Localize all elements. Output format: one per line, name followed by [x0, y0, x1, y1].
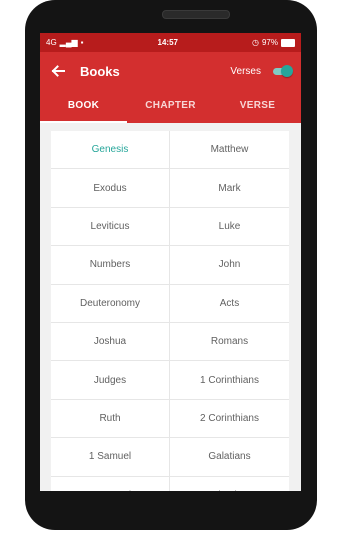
page-title: Books — [80, 63, 120, 79]
book-item[interactable]: Judges — [51, 361, 170, 399]
battery-percent: 97% — [261, 38, 278, 47]
book-row: 1 Samuel Galatians — [51, 438, 289, 477]
book-row: Leviticus Luke — [51, 207, 289, 247]
book-grid: Genesis Matthew Exodus Mark Leviticus Luke Num… — [51, 131, 289, 491]
book-item[interactable]: Genesis — [51, 131, 170, 169]
book-row: Deuteronomy Acts — [51, 284, 289, 323]
tab-verse[interactable]: VERSE — [214, 90, 301, 123]
book-item[interactable]: 2 Corinthians — [170, 400, 289, 437]
book-item[interactable]: 2 Samuel — [51, 476, 170, 491]
book-item[interactable]: Matthew — [170, 131, 289, 168]
book-item[interactable]: Joshua — [51, 322, 170, 361]
book-row: Judges 1 Corinthians — [51, 361, 289, 400]
book-row: Joshua Romans — [51, 322, 289, 362]
tab-indicator — [40, 121, 127, 123]
battery-icon — [281, 38, 295, 47]
verses-toggle[interactable] — [271, 65, 293, 77]
book-item[interactable]: Luke — [170, 208, 289, 245]
book-item[interactable]: John — [170, 246, 289, 283]
network-label: 4G — [46, 38, 57, 47]
tab-bar: BOOK CHAPTER VERSE — [40, 90, 301, 123]
book-item[interactable]: Deuteronomy — [51, 284, 170, 322]
speaker-grille — [162, 10, 230, 19]
book-item[interactable]: 1 Samuel — [51, 438, 170, 476]
status-bar: 4G ▂▄▆ ▪ 14:57 ◷ 97% — [40, 33, 301, 52]
book-item[interactable]: 1 Corinthians — [170, 361, 289, 398]
tab-chapter[interactable]: CHAPTER — [127, 90, 214, 123]
book-item[interactable]: Numbers — [51, 246, 170, 284]
book-item[interactable]: Exodus — [51, 169, 170, 207]
book-row: Exodus Mark — [51, 169, 289, 208]
verses-label: Verses — [230, 65, 261, 77]
signal-icon: ▂▄▆ — [59, 38, 78, 47]
app-screen: 4G ▂▄▆ ▪ 14:57 ◷ 97% Books Verses BOOK C… — [40, 33, 301, 491]
book-item[interactable]: Mark — [170, 169, 289, 206]
book-row: Numbers John — [51, 246, 289, 285]
app-bar: Books Verses — [40, 52, 301, 90]
status-time: 14:57 — [157, 38, 178, 47]
book-item[interactable]: Galatians — [170, 438, 289, 475]
tab-book[interactable]: BOOK — [40, 90, 127, 123]
book-item[interactable]: Acts — [170, 285, 289, 322]
book-row: Ruth 2 Corinthians — [51, 399, 289, 439]
back-arrow-icon[interactable] — [50, 63, 66, 79]
book-row: Genesis Matthew — [51, 131, 289, 170]
book-item[interactable]: Ephesians — [170, 477, 289, 491]
book-item[interactable]: Romans — [170, 323, 289, 360]
notification-icon: ▪ — [80, 38, 84, 47]
book-item[interactable]: Leviticus — [51, 207, 170, 246]
toggle-thumb — [281, 65, 293, 77]
alarm-icon: ◷ — [252, 38, 259, 47]
book-row: 2 SamuelEphesians — [51, 476, 289, 491]
book-item[interactable]: Ruth — [51, 399, 170, 438]
